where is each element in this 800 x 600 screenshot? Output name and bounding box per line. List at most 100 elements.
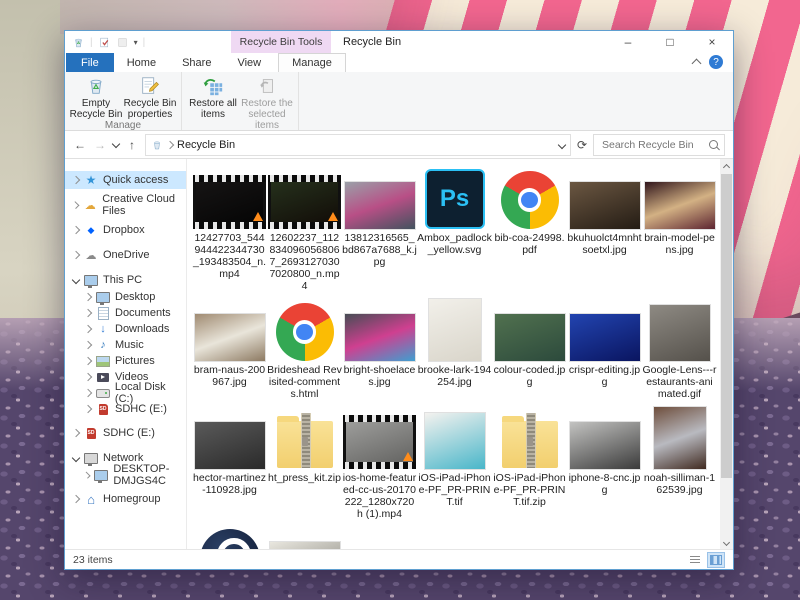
customize-qat-caret-icon[interactable]: ▾ — [134, 38, 138, 47]
scroll-down-icon[interactable] — [720, 535, 733, 549]
chevron-right-icon[interactable] — [84, 293, 92, 301]
refresh-icon[interactable]: ⟳ — [577, 138, 587, 152]
properties-icon[interactable] — [98, 36, 111, 49]
tab-manage[interactable]: Manage — [278, 53, 346, 72]
tab-file[interactable]: File — [66, 53, 114, 72]
sidebar-item-label: SDHC (E:) — [115, 403, 167, 415]
restore-selected-items-button[interactable]: Restore the selected items — [240, 74, 294, 131]
file-item-iphone-8-cnc-jpg[interactable]: iphone-8-cnc.jpg — [567, 405, 642, 520]
empty-recycle-bin-button[interactable]: Empty Recycle Bin — [69, 74, 123, 120]
close-button[interactable]: × — [691, 31, 733, 53]
file-item-ios-ipad-iphone-pf-pr-print-ti[interactable]: iOS-iPad-iPhone-PF_PR-PRINT.tif — [417, 405, 492, 520]
tab-share[interactable]: Share — [169, 53, 224, 72]
file-item[interactable] — [267, 525, 342, 549]
file-item-bram-naus-200967-jpg[interactable]: bram-naus-200967.jpg — [192, 297, 267, 400]
file-item-ht-press-kit-zip[interactable]: ht_press_kit.zip — [267, 405, 342, 520]
file-name-label: brooke-lark-194254.jpg — [417, 364, 492, 388]
sidebar-item-local-disk-c-[interactable]: Local Disk (C:) — [65, 385, 186, 401]
file-item-bib-coa-24998-pdf[interactable]: bib-coa-24998.pdf — [492, 165, 567, 292]
up-icon[interactable]: ↑ — [125, 138, 139, 152]
photo-thumbnail — [195, 314, 265, 361]
file-item-crispr-editing-jpg[interactable]: crispr-editing.jpg — [567, 297, 642, 400]
chevron-right-icon[interactable] — [84, 341, 92, 349]
file-item-bright-shoelaces-jpg[interactable]: bright-shoelaces.jpg — [342, 297, 417, 400]
collapse-ribbon-icon[interactable] — [692, 59, 702, 69]
recycle-bin-properties-button[interactable]: Recycle Bin properties — [123, 74, 177, 120]
sidebar-item-label: Local Disk (C:) — [115, 381, 186, 405]
chevron-right-icon[interactable] — [84, 309, 92, 317]
file-item-brooke-lark-194254-jpg[interactable]: brooke-lark-194254.jpg — [417, 297, 492, 400]
vertical-scrollbar[interactable] — [720, 159, 733, 549]
search-icon[interactable] — [709, 140, 718, 149]
help-icon[interactable]: ? — [709, 55, 723, 69]
file-item-ios-ipad-iphone-pf-pr-print-ti[interactable]: iOS-iPad-iPhone-PF_PR-PRINT.tif.zip — [492, 405, 567, 520]
sidebar-item-music[interactable]: ♪Music — [65, 337, 186, 353]
toolbar-separator: | — [143, 37, 146, 48]
chevron-right-icon[interactable] — [72, 495, 80, 503]
chevron-right-icon[interactable] — [84, 325, 92, 333]
back-icon[interactable]: ← — [73, 138, 87, 152]
contextual-tab-header[interactable]: Recycle Bin Tools — [231, 31, 331, 53]
file-item-noah-silliman-162539-jpg[interactable]: noah-silliman-162539.jpg — [642, 405, 717, 520]
file-item-13812316565-bd867a7688-k-jpg[interactable]: 13812316565_bd867a7688_k.jpg — [342, 165, 417, 292]
sidebar-item-dropbox[interactable]: ◆Dropbox — [65, 221, 186, 239]
details-view-toggle[interactable] — [686, 552, 704, 568]
recent-locations-chevron-icon[interactable] — [112, 139, 120, 147]
photo-thumbnail — [650, 305, 710, 361]
chevron-right-icon[interactable] — [84, 405, 92, 413]
chevron-down-icon[interactable] — [72, 454, 80, 462]
large-icons-view-toggle[interactable] — [707, 552, 725, 568]
zip-folder-icon — [502, 421, 558, 468]
tab-home[interactable]: Home — [114, 53, 169, 72]
recycle-bin-icon[interactable] — [72, 36, 85, 49]
chevron-right-icon[interactable] — [84, 471, 91, 478]
sidebar-item-homegroup[interactable]: ⌂Homegroup — [65, 490, 186, 508]
sidebar-item-onedrive[interactable]: ☁OneDrive — [65, 246, 186, 264]
file-item-brideshead-revisited-comments-[interactable]: Brideshead Revisited-comments.html — [267, 297, 342, 400]
chevron-right-icon[interactable] — [84, 373, 92, 381]
address-box[interactable]: Recycle Bin — [145, 134, 571, 156]
scrollbar-thumb[interactable] — [721, 174, 732, 478]
sidebar-item-quick-access[interactable]: ★Quick access — [65, 171, 186, 189]
breadcrumb[interactable]: Recycle Bin — [177, 139, 235, 151]
chevron-right-icon[interactable] — [72, 201, 80, 209]
file-item-brain-model-pens-jpg[interactable]: brain-model-pens.jpg — [642, 165, 717, 292]
sidebar-item-desktop[interactable]: Desktop — [65, 289, 186, 305]
chevron-right-icon[interactable] — [72, 251, 80, 259]
file-item-12602237-1128340960568067-2693[interactable]: 12602237_1128340960568067_26931270307020… — [267, 165, 342, 292]
chevron-down-icon[interactable] — [72, 276, 80, 284]
file-item-colour-coded-jpg[interactable]: colour-coded.jpg — [492, 297, 567, 400]
search-input[interactable] — [600, 138, 705, 152]
chevron-right-icon[interactable] — [72, 226, 80, 234]
sidebar-item-creative-cloud-files[interactable]: ☁Creative Cloud Files — [65, 196, 186, 214]
file-item-ambox-padlock-yellow-svg[interactable]: PsAmbox_padlock_yellow.svg — [417, 165, 492, 292]
forward-icon[interactable]: → — [93, 138, 107, 152]
file-item-bkuhuolct4mnhtsoetxl-jpg[interactable]: bkuhuolct4mnhtsoetxl.jpg — [567, 165, 642, 292]
sidebar-item-downloads[interactable]: ↓Downloads — [65, 321, 186, 337]
tab-view[interactable]: View — [224, 53, 274, 72]
file-item[interactable] — [192, 525, 267, 549]
restore-all-items-button[interactable]: Restore all items — [186, 74, 240, 120]
sidebar-item-pictures[interactable]: Pictures — [65, 353, 186, 369]
sidebar-item-label: This PC — [103, 274, 142, 286]
sidebar-item-documents[interactable]: Documents — [65, 305, 186, 321]
chevron-right-icon[interactable] — [84, 357, 92, 365]
search-box[interactable] — [593, 134, 725, 156]
address-dropdown-icon[interactable] — [558, 140, 566, 148]
file-item-12427703-544944422344730-19348[interactable]: 12427703_544944422344730_193483504_n.mp4 — [192, 165, 267, 292]
sidebar-item-desktop-dmjgs4c[interactable]: DESKTOP-DMJGS4C — [65, 467, 186, 483]
chevron-right-icon[interactable] — [72, 429, 80, 437]
minimize-button[interactable]: – — [607, 31, 649, 53]
sidebar-item-this-pc[interactable]: This PC — [65, 271, 186, 289]
sidebar-item-sdhc-e-[interactable]: SDSDHC (E:) — [65, 424, 186, 442]
new-folder-icon[interactable] — [116, 36, 129, 49]
sidebar-item-label: DESKTOP-DMJGS4C — [113, 463, 186, 487]
file-item-hector-martinez-110928-jpg[interactable]: hector-martinez-110928.jpg — [192, 405, 267, 520]
chevron-right-icon[interactable] — [72, 176, 80, 184]
file-item-google-lens-restaurants-animat[interactable]: Google-Lens---restaurants-animated.gif — [642, 297, 717, 400]
toolbar-separator: | — [90, 37, 93, 48]
scroll-up-icon[interactable] — [720, 159, 733, 173]
file-item-ios-home-featured-cc-us-201702[interactable]: ios-home-featured-cc-us-20170222_1280x72… — [342, 405, 417, 520]
maximize-button[interactable]: □ — [649, 31, 691, 53]
chevron-right-icon[interactable] — [84, 389, 92, 397]
